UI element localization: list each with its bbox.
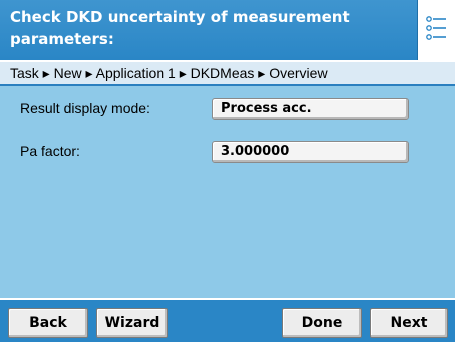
page-title: Check DKD uncertainty of measurement par… [10,8,350,48]
wizard-button[interactable]: Wizard [96,308,168,338]
title-bar: Check DKD uncertainty of measurement par… [0,0,455,60]
next-button[interactable]: Next [370,308,448,338]
list-menu-icon [426,16,446,40]
pa-factor-label: Pa factor: [20,143,80,159]
result-display-mode-label: Result display mode: [20,100,150,116]
result-display-mode-field[interactable]: Process acc. [212,98,409,120]
back-button[interactable]: Back [8,308,88,338]
done-button[interactable]: Done [282,308,362,338]
menu-button[interactable] [417,0,455,60]
pa-factor-field[interactable]: 3.000000 [212,141,409,163]
app-screen: Check DKD uncertainty of measurement par… [0,0,455,342]
softkey-bar: Back Wizard Done Next [0,298,455,342]
breadcrumb: Task ▸ New ▸ Application 1 ▸ DKDMeas ▸ O… [0,60,455,86]
